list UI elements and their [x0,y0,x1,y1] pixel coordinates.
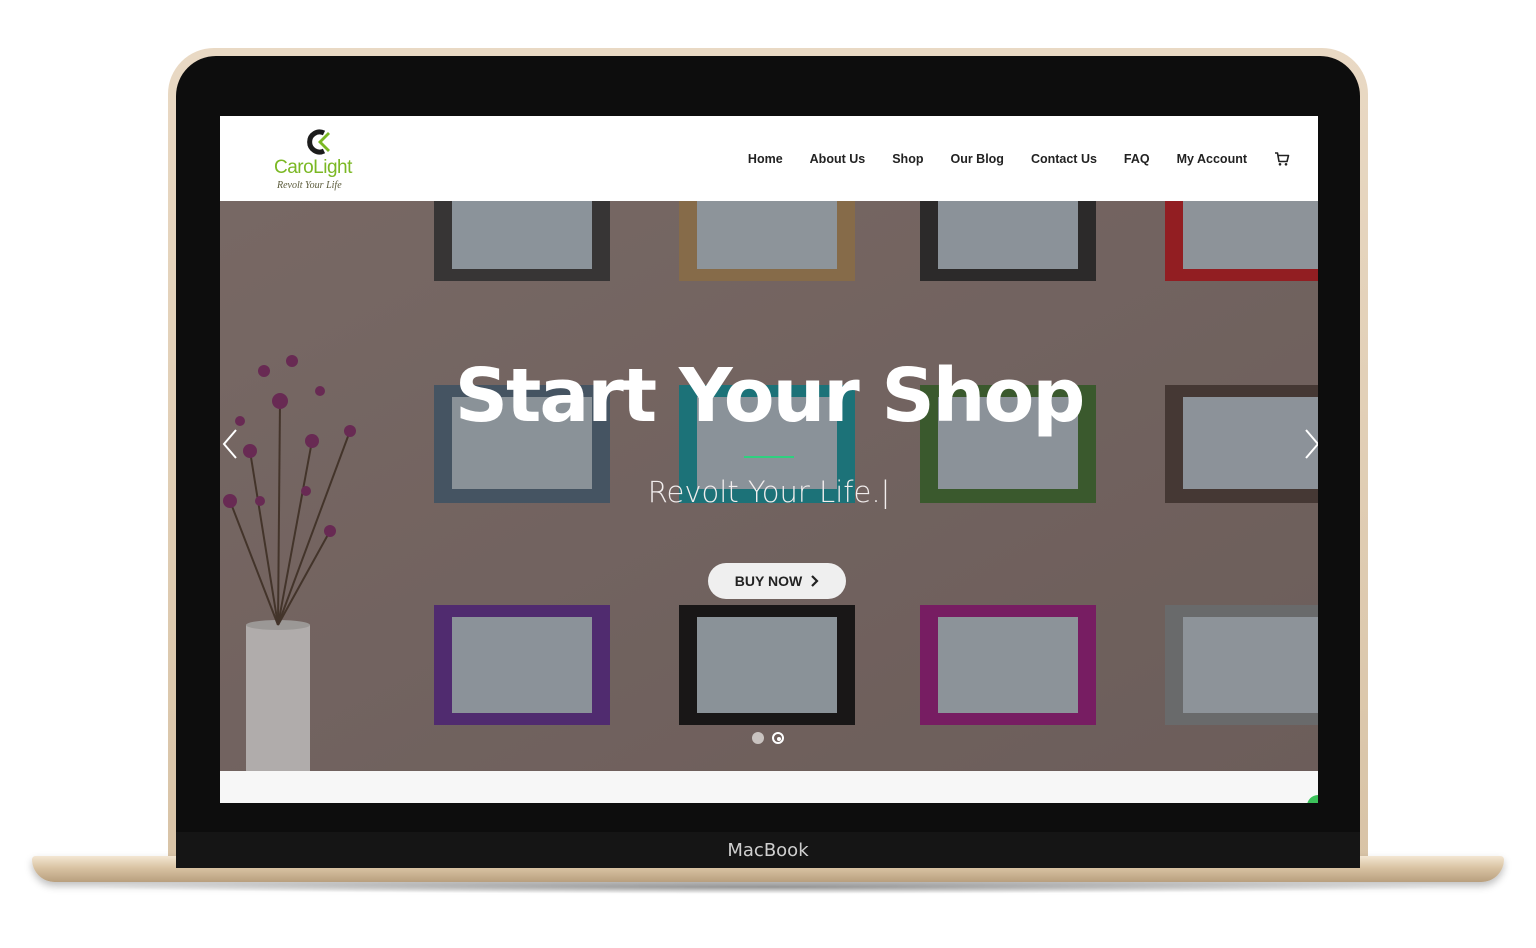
buy-now-label: BUY NOW [734,573,803,589]
slider-pagination [752,732,784,744]
chevron-right-icon [811,575,819,587]
logo-tagline: Revolt Your Life [277,180,342,191]
page-content-area [220,771,1318,803]
hero-divider [744,456,794,458]
nav-about-us[interactable]: About Us [810,152,866,166]
cart-icon[interactable] [1274,151,1290,167]
hero-slider: Start Your Shop Revolt Your Life.| BUY N… [220,201,1318,771]
nav-our-blog[interactable]: Our Blog [950,152,1003,166]
laptop-chin: MacBook [176,832,1360,868]
slider-dot-2-active[interactable] [772,732,784,744]
nav-faq[interactable]: FAQ [1124,152,1150,166]
nav-shop[interactable]: Shop [892,152,923,166]
nav-my-account[interactable]: My Account [1177,152,1247,166]
main-nav: Home About Us Shop Our Blog Contact Us F… [748,116,1290,201]
slider-dot-1[interactable] [752,732,764,744]
logo-mark-icon [307,129,330,155]
logo-name: CaroLight [274,157,352,178]
hero-title: Start Your Shop [454,353,1086,439]
device-label: MacBook [727,839,809,861]
hero-subtitle: Revolt Your Life.| [647,475,891,509]
site-logo[interactable]: CaroLight Revolt Your Life [274,128,364,194]
nav-contact-us[interactable]: Contact Us [1031,152,1097,166]
buy-now-button[interactable]: BUY NOW [708,563,846,599]
laptop-shadow [80,880,1456,894]
browser-screen: CaroLight Revolt Your Life Home About Us… [220,116,1318,803]
site-header: CaroLight Revolt Your Life Home About Us… [220,116,1318,201]
nav-home[interactable]: Home [748,152,783,166]
